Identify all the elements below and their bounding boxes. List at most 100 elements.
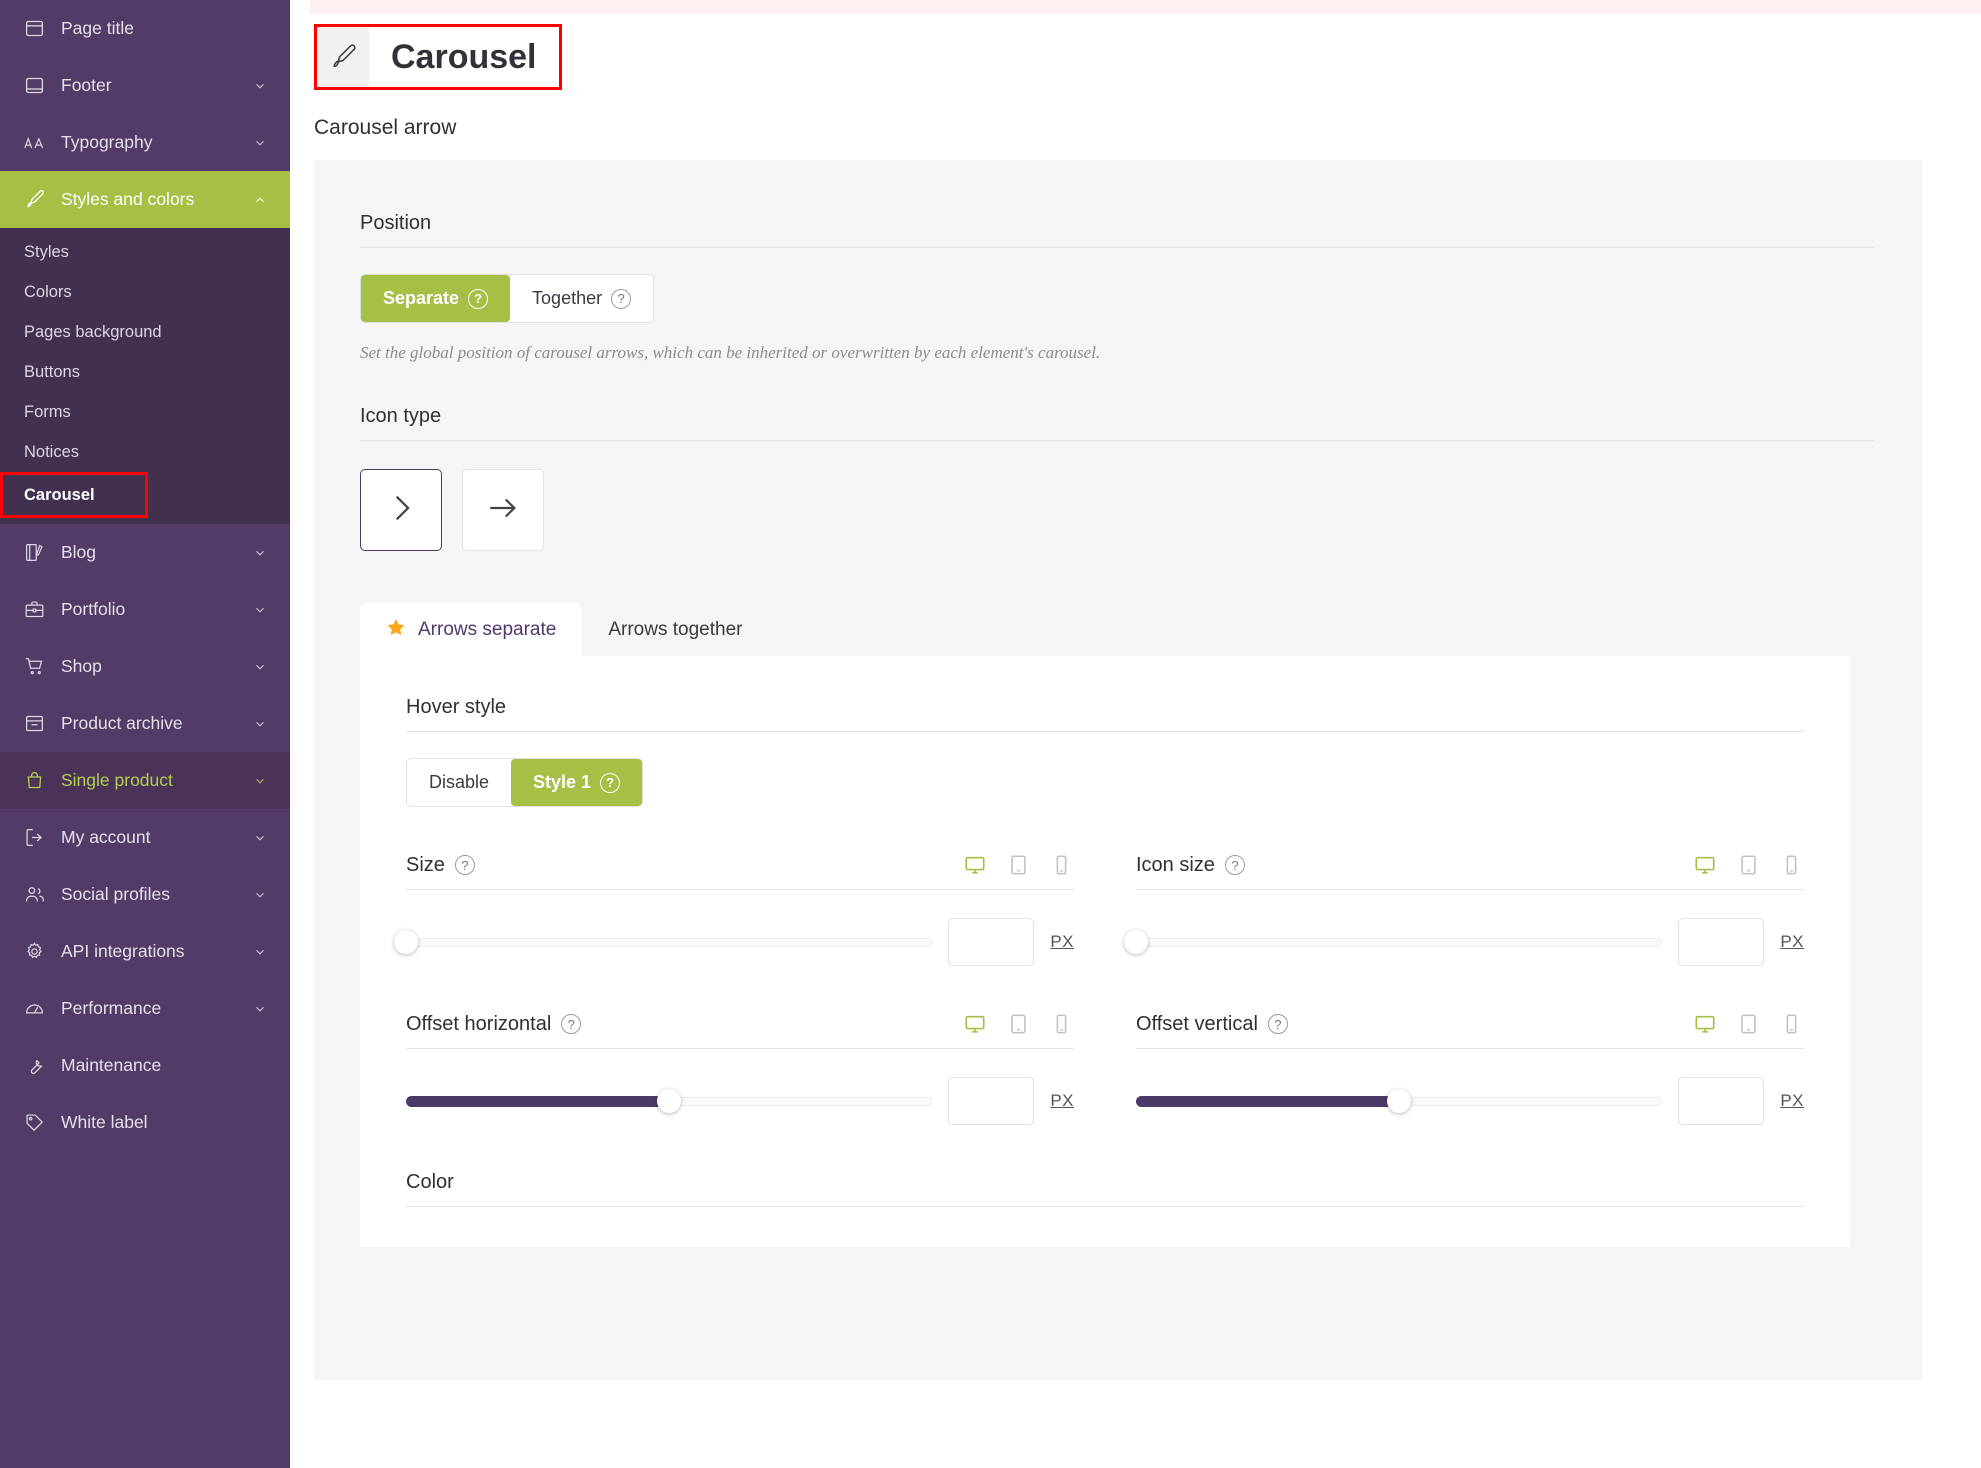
icon-size-unit[interactable]: PX: [1780, 932, 1804, 952]
sidebar-subitem-carousel[interactable]: Carousel: [0, 472, 148, 518]
sidebar-item-label: Typography: [61, 132, 153, 152]
sidebar-item-typography[interactable]: Typography: [0, 114, 290, 171]
sidebar-item-social-profiles[interactable]: Social profiles: [0, 866, 290, 923]
sidebar-item-white-label[interactable]: White label: [0, 1094, 290, 1151]
chevron-down-icon: [252, 1001, 268, 1017]
sidebar-subitem-notices[interactable]: Notices: [0, 432, 290, 472]
hover-style-option-disable[interactable]: Disable: [407, 759, 511, 806]
mobile-icon[interactable]: [1048, 1012, 1074, 1036]
help-icon[interactable]: ?: [1267, 1014, 1288, 1034]
offset-horizontal-input[interactable]: [948, 1077, 1035, 1125]
icon-type-option-chevron[interactable]: [360, 469, 442, 551]
sidebar-item-styles-and-colors[interactable]: Styles and colors: [0, 171, 290, 228]
sidebar-item-page-title[interactable]: Page title: [0, 0, 290, 57]
help-icon[interactable]: ?: [454, 855, 475, 875]
sidebar-subitem-buttons[interactable]: Buttons: [0, 352, 290, 392]
offset-horizontal-unit[interactable]: PX: [1050, 1091, 1074, 1111]
position-option-label: Separate: [383, 288, 460, 308]
arrows-separate-panel: Hover style Disable Style 1 ? Size ? PX …: [360, 656, 1850, 1247]
sidebar-subitem-colors[interactable]: Colors: [0, 272, 290, 312]
slider-thumb[interactable]: [1124, 930, 1148, 954]
page-title: Carousel: [391, 37, 537, 76]
sidebar-subitem-pages-background[interactable]: Pages background: [0, 312, 290, 352]
size-input[interactable]: [948, 918, 1035, 966]
blog-icon: [24, 542, 50, 564]
mobile-icon[interactable]: [1778, 853, 1804, 877]
chevron-down-icon: [252, 659, 268, 675]
offset-vertical-device-toggles: [1692, 1012, 1804, 1036]
wrench-icon: [24, 1055, 50, 1077]
slider-thumb[interactable]: [1387, 1089, 1412, 1113]
mobile-icon[interactable]: [1048, 853, 1074, 877]
sidebar-subitem-label: Notices: [24, 442, 80, 461]
slider-thumb[interactable]: [394, 930, 418, 954]
desktop-icon[interactable]: [1692, 1012, 1718, 1036]
tag-icon: [24, 1112, 50, 1134]
slider-track: [1136, 937, 1663, 947]
sidebar-item-maintenance[interactable]: Maintenance: [0, 1037, 290, 1094]
sidebar-subitem-label: Forms: [24, 402, 71, 421]
tablet-icon[interactable]: [1735, 1012, 1761, 1036]
help-icon[interactable]: ?: [611, 288, 632, 309]
sidebar-item-label: White label: [61, 1112, 148, 1132]
typography-icon: [24, 132, 50, 154]
mobile-icon[interactable]: [1778, 1012, 1804, 1036]
sidebar-subitem-label: Buttons: [24, 362, 80, 381]
sidebar-subitem-styles[interactable]: Styles: [0, 232, 290, 272]
help-icon[interactable]: ?: [561, 1014, 582, 1034]
size-unit[interactable]: PX: [1050, 932, 1074, 952]
offset-vertical-label-wrap: Offset vertical ?: [1136, 1013, 1288, 1036]
icon-size-slider[interactable]: [1124, 930, 1663, 954]
slider-fill: [1136, 1095, 1400, 1107]
desktop-icon[interactable]: [1692, 853, 1718, 877]
chevron-down-icon: [252, 78, 268, 94]
top-notice-strip: [310, 0, 1981, 14]
sidebar-item-single-product[interactable]: Single product: [0, 752, 290, 809]
sidebar-item-api-integrations[interactable]: API integrations: [0, 923, 290, 980]
offset-horizontal-slider[interactable]: [406, 1089, 933, 1113]
sidebar-item-product-archive[interactable]: Product archive: [0, 695, 290, 752]
position-option-together[interactable]: Together ?: [510, 275, 653, 322]
offset-vertical-input[interactable]: [1678, 1077, 1765, 1125]
desktop-icon[interactable]: [962, 853, 988, 877]
icon-type-field-header: Icon type: [360, 405, 1874, 441]
help-icon[interactable]: ?: [1224, 855, 1245, 875]
size-field-header: Size ?: [406, 853, 1074, 890]
tab-arrows-together[interactable]: Arrows together: [582, 603, 768, 656]
cart-icon: [24, 656, 50, 678]
icon-size-field: Icon size ? PX: [1124, 853, 1804, 966]
offset-horizontal-label-wrap: Offset horizontal ?: [406, 1013, 582, 1036]
sidebar-item-blog[interactable]: Blog: [0, 524, 290, 581]
size-field: Size ? PX: [394, 853, 1074, 966]
users-icon: [24, 884, 50, 906]
app-root: Page title Footer Typography Styles and …: [0, 0, 1981, 1468]
sidebar-item-label: Performance: [61, 998, 162, 1018]
chevron-down-icon: [252, 602, 268, 618]
sidebar-item-portfolio[interactable]: Portfolio: [0, 581, 290, 638]
tablet-icon[interactable]: [1005, 1012, 1031, 1036]
tab-arrows-separate[interactable]: Arrows separate: [360, 603, 583, 656]
tablet-icon[interactable]: [1005, 853, 1031, 877]
desktop-icon[interactable]: [962, 1012, 988, 1036]
slider-thumb[interactable]: [657, 1089, 682, 1113]
color-field-header: Color: [406, 1171, 1804, 1207]
offset-vertical-slider[interactable]: [1136, 1089, 1663, 1113]
help-icon[interactable]: ?: [468, 288, 489, 309]
hover-style-option-style-1[interactable]: Style 1 ?: [511, 759, 643, 806]
portfolio-icon: [24, 599, 50, 621]
position-option-separate[interactable]: Separate ?: [361, 275, 511, 322]
sidebar-item-performance[interactable]: Performance: [0, 980, 290, 1037]
size-slider[interactable]: [394, 930, 933, 954]
sidebar-item-footer[interactable]: Footer: [0, 57, 290, 114]
offset-vertical-unit[interactable]: PX: [1780, 1091, 1804, 1111]
tab-label: Arrows separate: [418, 618, 557, 640]
sidebar-subitem-forms[interactable]: Forms: [0, 392, 290, 432]
offset-row: Offset horizontal ? PX Offset vertical ?…: [406, 1012, 1804, 1125]
icon-type-option-arrow[interactable]: [462, 469, 544, 551]
sidebar-item-my-account[interactable]: My account: [0, 809, 290, 866]
help-icon[interactable]: ?: [600, 772, 621, 793]
sidebar-item-shop[interactable]: Shop: [0, 638, 290, 695]
sidebar-subitem-label: Carousel: [24, 485, 95, 504]
icon-size-input[interactable]: [1678, 918, 1765, 966]
tablet-icon[interactable]: [1735, 853, 1761, 877]
